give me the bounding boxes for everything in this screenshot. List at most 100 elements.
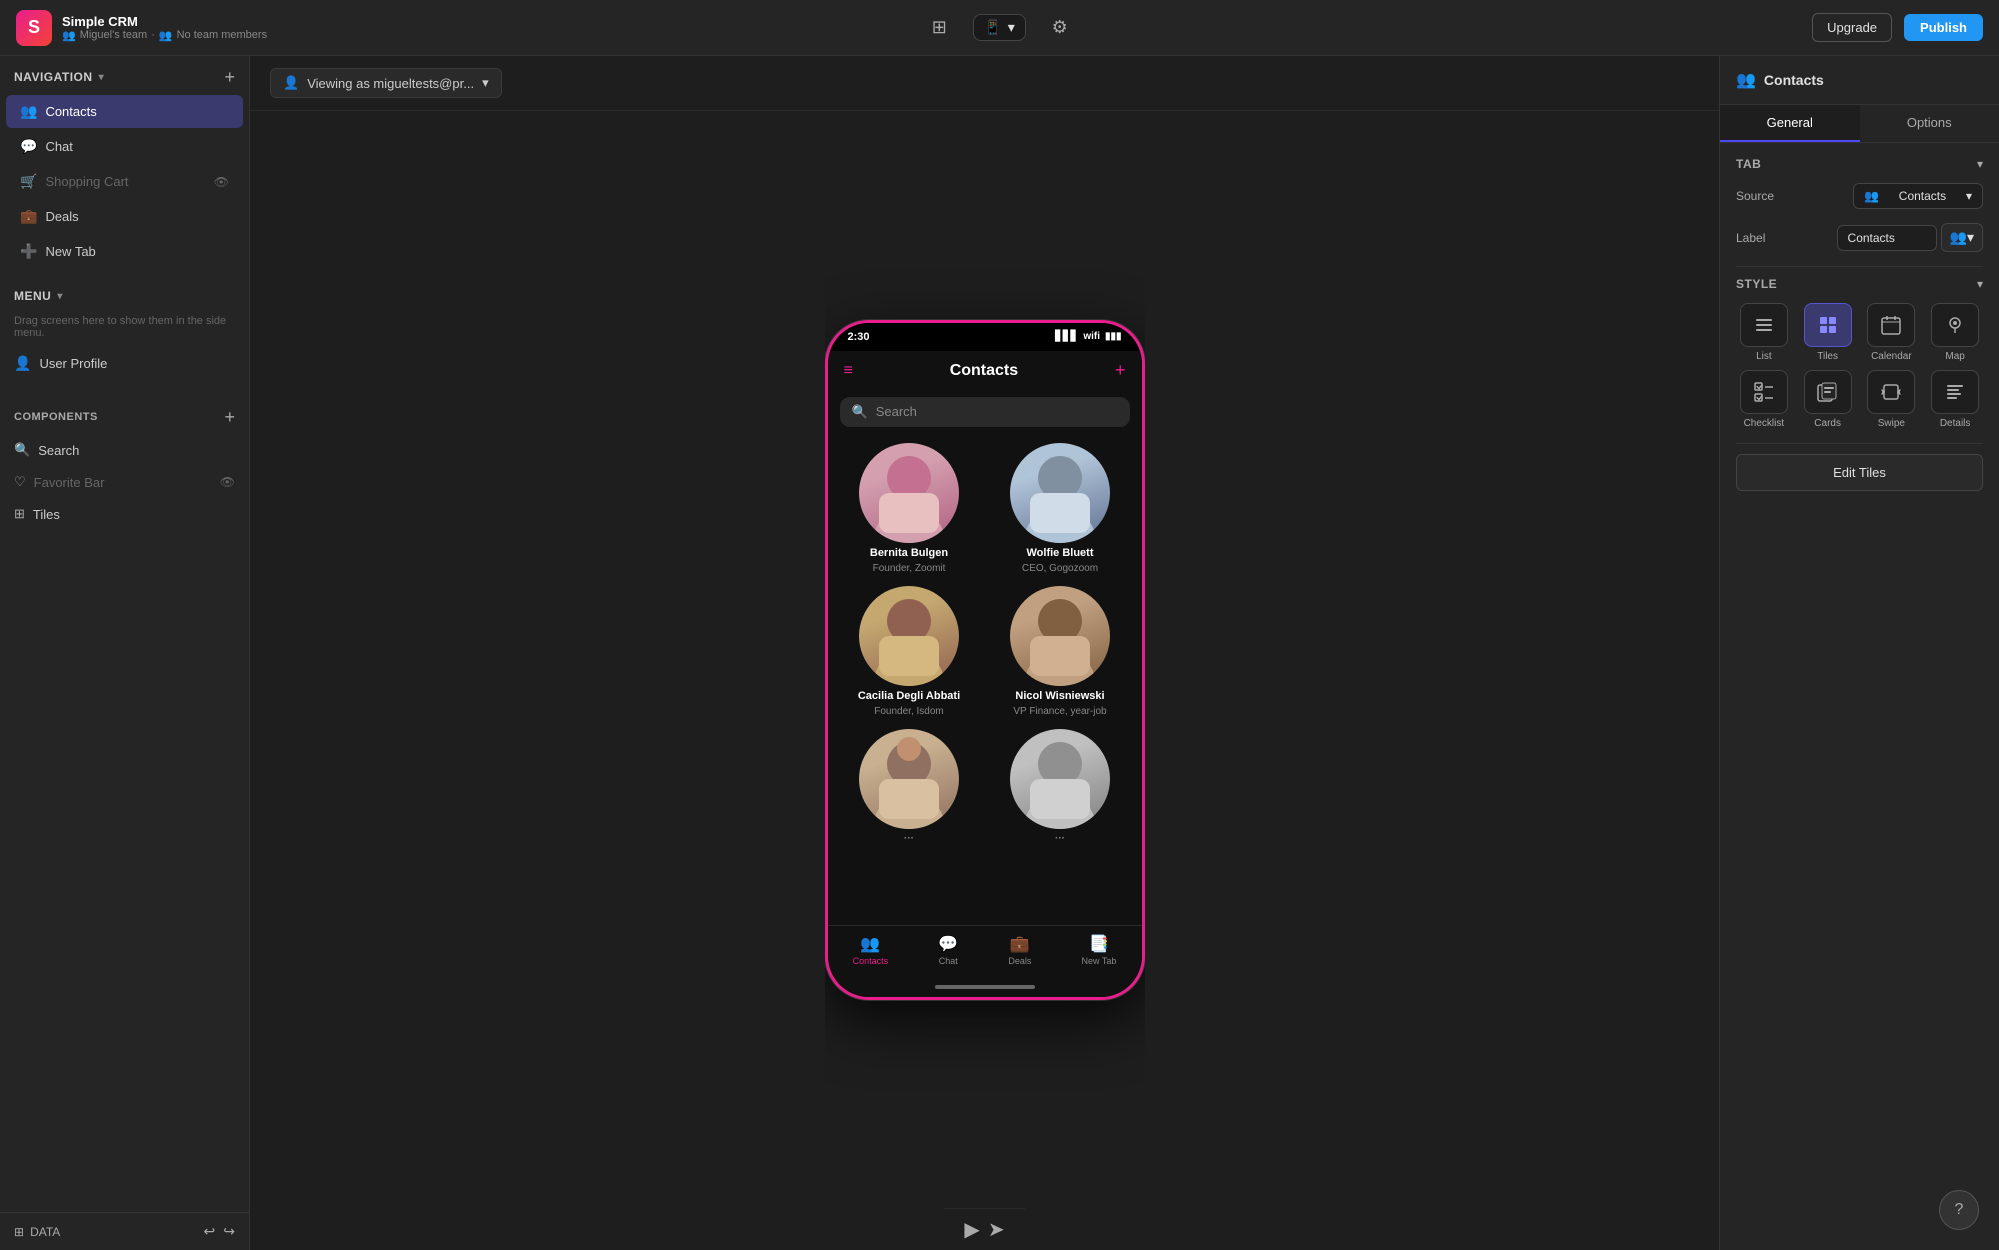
label-label: Label — [1736, 231, 1765, 245]
sidebar-item-new-tab[interactable]: ➕ New Tab — [6, 235, 243, 268]
contact-tile-5[interactable]: ··· — [991, 729, 1130, 844]
new-tab-nav-icon: 📑 — [1089, 934, 1109, 954]
upgrade-button[interactable]: Upgrade — [1812, 13, 1892, 42]
sidebar-item-shopping-cart[interactable]: 🛒 Shopping Cart 👁 — [6, 165, 243, 198]
style-option-calendar[interactable]: Calendar — [1864, 303, 1920, 362]
topbar-left: S Simple CRM 👥 Miguel's team · 👥 No team… — [16, 10, 276, 46]
menu-label: MENU ▾ — [14, 289, 63, 303]
divider-2 — [1736, 443, 1983, 444]
phone-status-bar: 2:30 ▋▋▋ wifi ▮▮▮ — [828, 323, 1142, 351]
tiles-style-label: Tiles — [1817, 351, 1838, 362]
component-search[interactable]: 🔍 Search — [0, 434, 249, 466]
deals-nav-label: Deals — [1008, 956, 1031, 966]
canvas-topbar: 👤 Viewing as migueltests@pr... ▾ — [250, 56, 1719, 111]
right-panel-body: TAB ▾ Source 👥 Contacts ▾ Label Contacts — [1720, 143, 1999, 1250]
style-options-grid: List Tiles — [1736, 303, 1983, 429]
chevron-down-icon: ▾ — [482, 75, 489, 91]
style-option-cards[interactable]: Cards — [1800, 370, 1856, 429]
contact-name-1: Wolfie Bluett — [1026, 547, 1093, 559]
sidebar-item-deals[interactable]: 💼 Deals — [6, 200, 243, 233]
style-option-details[interactable]: Details — [1927, 370, 1983, 429]
user-profile-item[interactable]: 👤 User Profile — [0, 347, 249, 380]
device-selector[interactable]: 📱 ▾ — [973, 14, 1025, 41]
cards-style-label: Cards — [1814, 418, 1841, 429]
data-icon: ⊞ — [14, 1225, 24, 1239]
source-selector[interactable]: 👥 Contacts ▾ — [1853, 183, 1983, 209]
help-button[interactable]: ? — [1939, 1190, 1979, 1230]
bottom-nav-contacts[interactable]: 👥 Contacts — [853, 934, 889, 966]
phone-status-right: ▋▋▋ wifi ▮▮▮ — [1055, 331, 1121, 342]
edit-tiles-button[interactable]: Edit Tiles — [1736, 454, 1983, 491]
style-section-title: STYLE — [1736, 277, 1777, 291]
phone-add-icon[interactable]: + — [1115, 360, 1126, 381]
contact-tile-4[interactable]: ··· — [840, 729, 979, 844]
redo-button[interactable]: ↪ — [223, 1223, 235, 1240]
menu-section: MENU ▾ Drag screens here to show them in… — [0, 269, 249, 388]
bottom-nav-new-tab[interactable]: 📑 New Tab — [1082, 934, 1117, 966]
viewing-as-selector[interactable]: 👤 Viewing as migueltests@pr... ▾ — [270, 68, 502, 98]
list-style-icon — [1740, 303, 1788, 347]
contact-tile-3[interactable]: Nicol Wisniewski VP Finance, year-job — [991, 586, 1130, 717]
contact-name-0: Bernita Bulgen — [870, 547, 948, 559]
contact-name-4: ··· — [904, 833, 914, 844]
tab-section-header: TAB ▾ — [1736, 157, 1983, 171]
tiles-style-icon — [1804, 303, 1852, 347]
device-icon: 📱 — [984, 19, 1001, 36]
source-icon: 👥 — [1864, 189, 1879, 203]
search-icon: 🔍 — [14, 442, 30, 458]
components-add-button[interactable]: + — [224, 408, 235, 426]
component-tiles[interactable]: ⊞ Tiles — [0, 498, 249, 530]
contact-avatar-0 — [859, 443, 959, 543]
navigation-section-header: NAVIGATION ▾ + — [0, 56, 249, 94]
source-label: Source — [1736, 189, 1774, 203]
contacts-nav-label: Contacts — [853, 956, 889, 966]
cart-icon: 🛒 — [20, 173, 37, 190]
undo-button[interactable]: ↩ — [204, 1223, 216, 1240]
components-label: COMPONENTS — [14, 411, 98, 423]
style-option-swipe[interactable]: Swipe — [1864, 370, 1920, 429]
sidebar-item-label: Contacts — [45, 104, 96, 119]
bottom-nav-chat[interactable]: 💬 Chat — [938, 934, 958, 966]
app-name: Simple CRM — [62, 14, 267, 29]
publish-button[interactable]: Publish — [1904, 14, 1983, 41]
hamburger-icon[interactable]: ≡ — [844, 362, 853, 380]
style-option-checklist[interactable]: Checklist — [1736, 370, 1792, 429]
style-option-tiles[interactable]: Tiles — [1800, 303, 1856, 362]
calendar-style-label: Calendar — [1871, 351, 1912, 362]
sidebar-item-contacts[interactable]: 👥 Contacts — [6, 95, 243, 128]
contact-tile-1[interactable]: Wolfie Bluett CEO, Gogozoom — [991, 443, 1130, 574]
contact-name-3: Nicol Wisniewski — [1015, 690, 1104, 702]
battery-icon: ▮▮▮ — [1105, 331, 1122, 342]
bottom-nav-deals[interactable]: 💼 Deals — [1008, 934, 1031, 966]
phone-mockup: 2:30 ▋▋▋ wifi ▮▮▮ ≡ Contacts + 🔍 Se — [825, 320, 1145, 1000]
phone-search-bar[interactable]: 🔍 Search — [840, 397, 1130, 427]
tab-options[interactable]: Options — [1860, 105, 1999, 142]
component-favorite-label: Favorite Bar — [34, 475, 105, 490]
chat-nav-label: Chat — [939, 956, 958, 966]
grid-view-button[interactable]: ⊞ — [921, 10, 957, 46]
topbar-center: ⊞ 📱 ▾ ⚙ — [276, 10, 1723, 46]
label-icon-picker[interactable]: 👥▾ — [1941, 223, 1983, 252]
contact-tile-2[interactable]: Cacilia Degli Abbati Founder, Isdom — [840, 586, 979, 717]
sidebar-item-label: New Tab — [45, 244, 95, 259]
component-favorite-bar[interactable]: ♡ Favorite Bar 👁 — [0, 466, 249, 498]
checklist-style-icon — [1740, 370, 1788, 414]
share-button[interactable]: ➤ — [988, 1217, 1005, 1242]
label-input[interactable]: Contacts — [1837, 225, 1937, 251]
tab-general[interactable]: General — [1720, 105, 1860, 142]
contact-tile-0[interactable]: Bernita Bulgen Founder, Zoomit — [840, 443, 979, 574]
signal-icon: ▋▋▋ — [1055, 331, 1078, 342]
navigation-label: NAVIGATION ▾ — [14, 70, 104, 84]
play-button[interactable]: ▶ — [964, 1217, 979, 1242]
style-option-map[interactable]: Map — [1927, 303, 1983, 362]
style-option-list[interactable]: List — [1736, 303, 1792, 362]
phone-time: 2:30 — [848, 331, 870, 343]
sidebar-item-chat[interactable]: 💬 Chat — [6, 130, 243, 163]
map-style-label: Map — [1945, 351, 1964, 362]
settings-button[interactable]: ⚙ — [1042, 10, 1078, 46]
navigation-add-button[interactable]: + — [224, 68, 235, 86]
phone-contacts-grid: Bernita Bulgen Founder, Zoomit Wolfie Bl… — [828, 433, 1142, 854]
cards-style-icon — [1804, 370, 1852, 414]
swipe-style-icon — [1867, 370, 1915, 414]
topbar: S Simple CRM 👥 Miguel's team · 👥 No team… — [0, 0, 1999, 56]
